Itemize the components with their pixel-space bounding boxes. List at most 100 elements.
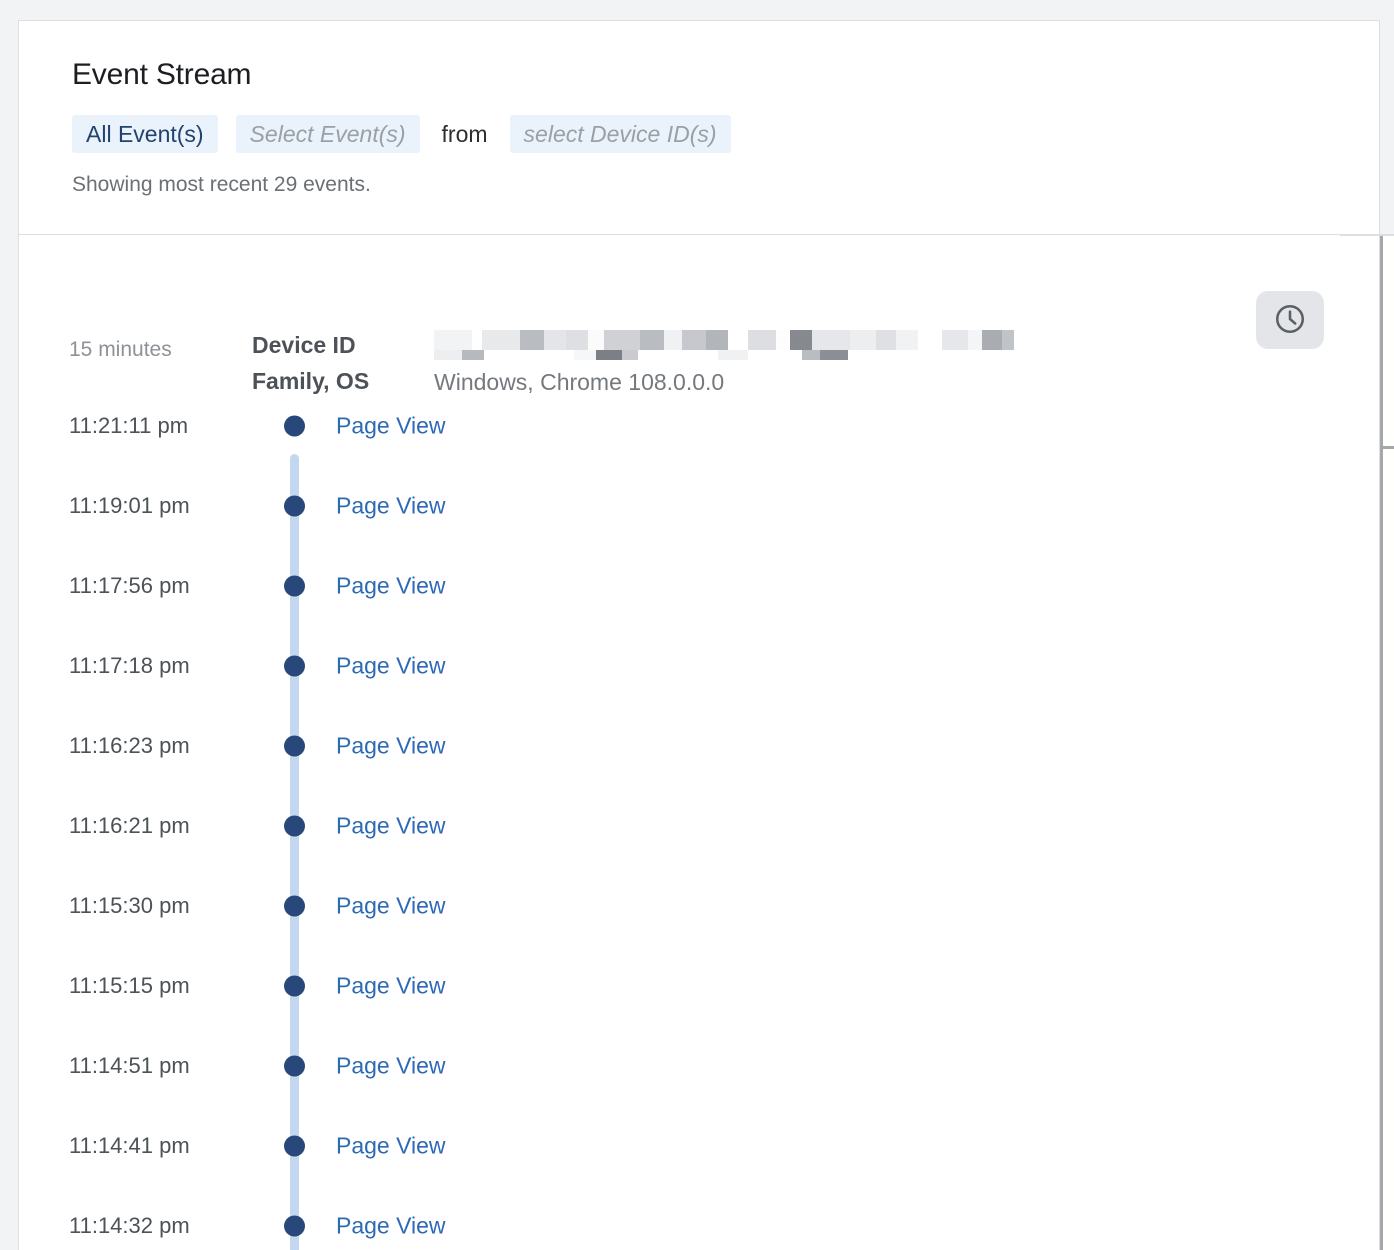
- redaction-block: [748, 350, 802, 360]
- redaction-block: [482, 330, 520, 350]
- page-title: Event Stream: [72, 58, 252, 91]
- redaction-block: [728, 330, 748, 350]
- filter-bar: All Event(s) Select Event(s) from select…: [72, 115, 1379, 153]
- redaction-block: [596, 350, 622, 360]
- event-marker-dot: [284, 655, 305, 677]
- event-row[interactable]: 11:14:51 pm Page View: [19, 1026, 1379, 1106]
- event-stream-card: p g Event Stream All Event(s) Select Eve…: [18, 20, 1380, 1250]
- event-timestamp: 11:17:56 pm: [69, 573, 190, 598]
- redaction-block: [472, 330, 482, 350]
- showing-events-status: Showing most recent 29 events.: [72, 173, 371, 196]
- redaction-block: [640, 330, 664, 350]
- event-name-link[interactable]: Page View: [336, 1053, 446, 1080]
- time-range-button[interactable]: [1256, 291, 1324, 349]
- redaction-block: [604, 330, 640, 350]
- redaction-block: [718, 350, 748, 360]
- event-timestamp: 11:14:41 pm: [69, 1133, 190, 1158]
- event-timestamp: 11:15:15 pm: [69, 973, 190, 998]
- redaction-block: [434, 330, 472, 350]
- redaction-block: [896, 330, 918, 350]
- event-row[interactable]: 11:15:15 pm Page View: [19, 946, 1379, 1026]
- redaction-block: [748, 330, 776, 350]
- device-id-redacted-value: [434, 330, 1014, 360]
- select-events-input[interactable]: Select Event(s): [235, 115, 420, 153]
- event-row[interactable]: 11:17:56 pm Page View: [19, 546, 1379, 626]
- redaction-block: [918, 330, 942, 350]
- event-timestamp: 11:16:23 pm: [69, 733, 190, 758]
- event-timestamp: 11:15:30 pm: [69, 893, 190, 918]
- event-name-link[interactable]: Page View: [336, 493, 446, 520]
- select-device-id-input[interactable]: select Device ID(s): [509, 115, 731, 153]
- device-id-key: Device ID: [252, 332, 356, 358]
- panel-header: Event Stream All Event(s) Select Event(s…: [19, 21, 1379, 235]
- redaction-block: [588, 330, 604, 350]
- event-row[interactable]: 11:15:30 pm Page View: [19, 866, 1379, 946]
- redaction-block: [638, 350, 718, 360]
- right-timeline-axis: [1380, 236, 1383, 1250]
- redaction-block: [982, 330, 1002, 350]
- event-timestamp: 11:16:21 pm: [69, 813, 190, 838]
- event-row[interactable]: 11:14:32 pm Page View: [19, 1186, 1379, 1250]
- event-timestamp: 11:14:32 pm: [69, 1213, 190, 1238]
- event-row[interactable]: 11:21:11 pm Page View: [19, 386, 1379, 466]
- redaction-block: [790, 330, 812, 350]
- redaction-block: [434, 350, 462, 360]
- event-row[interactable]: 11:17:18 pm Page View: [19, 626, 1379, 706]
- redaction-block: [520, 330, 544, 350]
- right-side-pane: [1383, 236, 1394, 1250]
- redaction-block: [544, 330, 566, 350]
- event-name-link[interactable]: Page View: [336, 653, 446, 680]
- event-row[interactable]: 11:16:23 pm Page View: [19, 706, 1379, 786]
- all-events-chip[interactable]: All Event(s): [72, 115, 218, 153]
- event-marker-dot: [284, 1215, 305, 1237]
- redaction-block: [664, 330, 682, 350]
- redaction-block: [566, 330, 588, 350]
- redaction-block: [682, 330, 706, 350]
- time-bucket-label: 15 minutes: [69, 338, 172, 361]
- event-marker-dot: [284, 495, 305, 517]
- device-summary-row: 15 minutes Device ID Family, OS Windows,…: [19, 236, 1379, 395]
- event-row[interactable]: 11:19:01 pm Page View: [19, 466, 1379, 546]
- redaction-block: [574, 350, 596, 360]
- event-name-link[interactable]: Page View: [336, 1133, 446, 1160]
- event-row[interactable]: 11:14:41 pm Page View: [19, 1106, 1379, 1186]
- event-name-link[interactable]: Page View: [336, 1213, 446, 1240]
- redaction-block: [462, 350, 484, 360]
- redaction-block: [968, 330, 982, 350]
- event-marker-dot: [284, 895, 305, 917]
- from-label: from: [441, 120, 488, 147]
- event-marker-dot: [284, 815, 305, 837]
- redaction-block: [820, 350, 848, 360]
- redaction-block: [1002, 330, 1014, 350]
- event-marker-dot: [284, 975, 305, 997]
- redaction-block: [876, 330, 896, 350]
- event-row-list: 11:21:11 pm Page View 11:19:01 pm Page View…: [19, 386, 1379, 1250]
- event-timestamp: 11:19:01 pm: [69, 493, 190, 518]
- event-timestamp: 11:14:51 pm: [69, 1053, 190, 1078]
- redaction-block: [776, 330, 790, 350]
- event-marker-dot: [284, 415, 305, 437]
- event-marker-dot: [284, 735, 305, 757]
- redaction-block: [622, 350, 638, 360]
- event-name-link[interactable]: Page View: [336, 413, 446, 440]
- event-name-link[interactable]: Page View: [336, 973, 446, 1000]
- redaction-block: [942, 330, 968, 350]
- event-name-link[interactable]: Page View: [336, 813, 446, 840]
- right-pane-top-border: [1340, 234, 1394, 236]
- event-name-link[interactable]: Page View: [336, 893, 446, 920]
- event-name-link[interactable]: Page View: [336, 573, 446, 600]
- redaction-block: [812, 330, 850, 350]
- redaction-block: [848, 350, 1014, 360]
- event-row[interactable]: 11:16:21 pm Page View: [19, 786, 1379, 866]
- event-marker-dot: [284, 1135, 305, 1157]
- event-timeline: 11:21:11 pm Page View 11:19:01 pm Page View…: [19, 386, 1379, 1250]
- event-stream-scroll-body[interactable]: 15 minutes Device ID Family, OS Windows,…: [19, 236, 1379, 1250]
- event-name-link[interactable]: Page View: [336, 733, 446, 760]
- event-timestamp: 11:17:18 pm: [69, 653, 190, 678]
- clock-icon: [1273, 302, 1307, 339]
- right-timeline-axis-tick: [1383, 446, 1394, 449]
- redaction-block: [706, 330, 728, 350]
- event-marker-dot: [284, 1055, 305, 1077]
- redaction-block: [802, 350, 820, 360]
- event-stream-page: p g Event Stream All Event(s) Select Eve…: [0, 0, 1394, 1250]
